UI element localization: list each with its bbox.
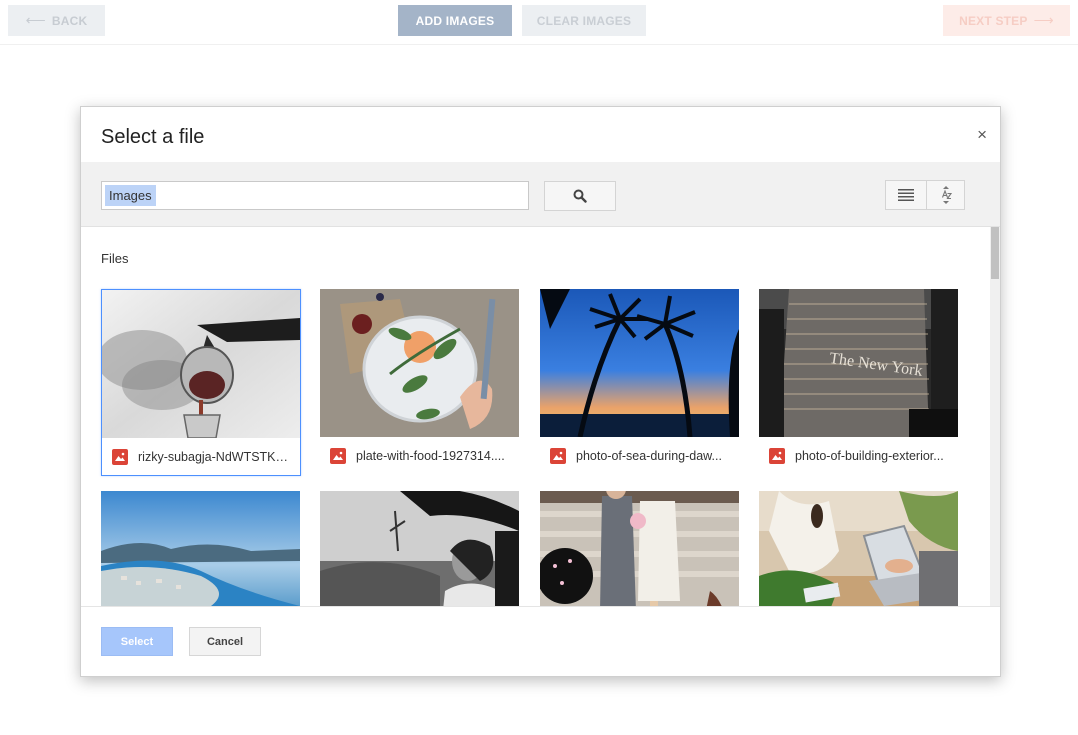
search-input[interactable]: Images — [101, 181, 529, 210]
search-button[interactable] — [544, 181, 616, 211]
search-icon — [573, 189, 587, 203]
file-picker-dialog: Select a file × Images Files rizky-subag… — [80, 106, 1001, 677]
file-name: photo-of-sea-during-daw... — [576, 449, 722, 463]
file-thumbnail: The New York — [759, 289, 958, 437]
file-tile[interactable]: photo-of-sea-during-daw... — [540, 289, 739, 475]
file-caption: plate-with-food-1927314.... — [330, 447, 510, 465]
files-scrollbar[interactable] — [990, 227, 1000, 606]
top-toolbar: ⟵ BACK ADD IMAGES CLEAR IMAGES NEXT STEP… — [0, 0, 1078, 45]
back-label: BACK — [51, 13, 88, 28]
dialog-title: Select a file — [101, 126, 205, 148]
files-content: Files rizky-subagja-NdWTSTK0... plate-wi… — [81, 227, 1000, 606]
file-thumbnail — [540, 491, 739, 606]
image-file-icon — [550, 448, 566, 464]
clear-images-button[interactable]: CLEAR IMAGES — [522, 5, 646, 36]
file-name: plate-with-food-1927314.... — [356, 449, 505, 463]
arrow-left-icon: ⟵ — [25, 12, 46, 28]
file-thumbnail — [320, 491, 519, 606]
file-name: rizky-subagja-NdWTSTK0... — [138, 450, 292, 464]
file-thumbnail — [320, 289, 519, 437]
files-section-label: Files — [101, 251, 129, 266]
file-tile[interactable] — [540, 491, 739, 606]
file-tile[interactable]: plate-with-food-1927314.... — [320, 289, 519, 475]
file-caption: photo-of-sea-during-daw... — [550, 447, 730, 465]
add-images-button[interactable]: ADD IMAGES — [398, 5, 512, 36]
file-tile[interactable] — [320, 491, 519, 606]
arrow-right-icon: ⟶ — [1033, 12, 1054, 28]
image-file-icon — [112, 449, 128, 465]
search-input-value: Images — [105, 185, 156, 206]
clear-images-label: CLEAR IMAGES — [536, 13, 632, 28]
back-button[interactable]: ⟵ BACK — [8, 5, 105, 36]
list-view-icon — [898, 189, 914, 201]
image-file-icon — [330, 448, 346, 464]
file-thumbnail — [101, 491, 300, 606]
file-thumbnail — [759, 491, 958, 606]
file-caption: rizky-subagja-NdWTSTK0... — [112, 448, 292, 466]
file-tile[interactable]: rizky-subagja-NdWTSTK0... — [101, 289, 301, 476]
file-tile[interactable] — [759, 491, 958, 606]
dialog-footer: Select Cancel — [81, 606, 1000, 676]
file-caption: photo-of-building-exterior... — [769, 447, 949, 465]
next-step-label: NEXT STEP — [959, 13, 1028, 28]
file-tile[interactable]: The New York photo-of-building-exterior.… — [759, 289, 958, 475]
sort-button[interactable] — [926, 180, 965, 210]
file-name: photo-of-building-exterior... — [795, 449, 944, 463]
scrollbar-thumb[interactable] — [991, 227, 999, 279]
select-button[interactable]: Select — [101, 627, 173, 656]
close-icon[interactable]: × — [977, 125, 987, 145]
file-tile[interactable] — [101, 491, 300, 606]
next-step-button[interactable]: NEXT STEP ⟶ — [943, 5, 1070, 36]
list-view-button[interactable] — [885, 180, 927, 210]
image-file-icon — [769, 448, 785, 464]
search-bar: Images — [81, 162, 1000, 227]
file-thumbnail — [102, 290, 300, 438]
add-images-label: ADD IMAGES — [415, 13, 495, 28]
file-thumbnail — [540, 289, 739, 437]
sort-az-icon — [941, 186, 952, 204]
cancel-button[interactable]: Cancel — [189, 627, 261, 656]
